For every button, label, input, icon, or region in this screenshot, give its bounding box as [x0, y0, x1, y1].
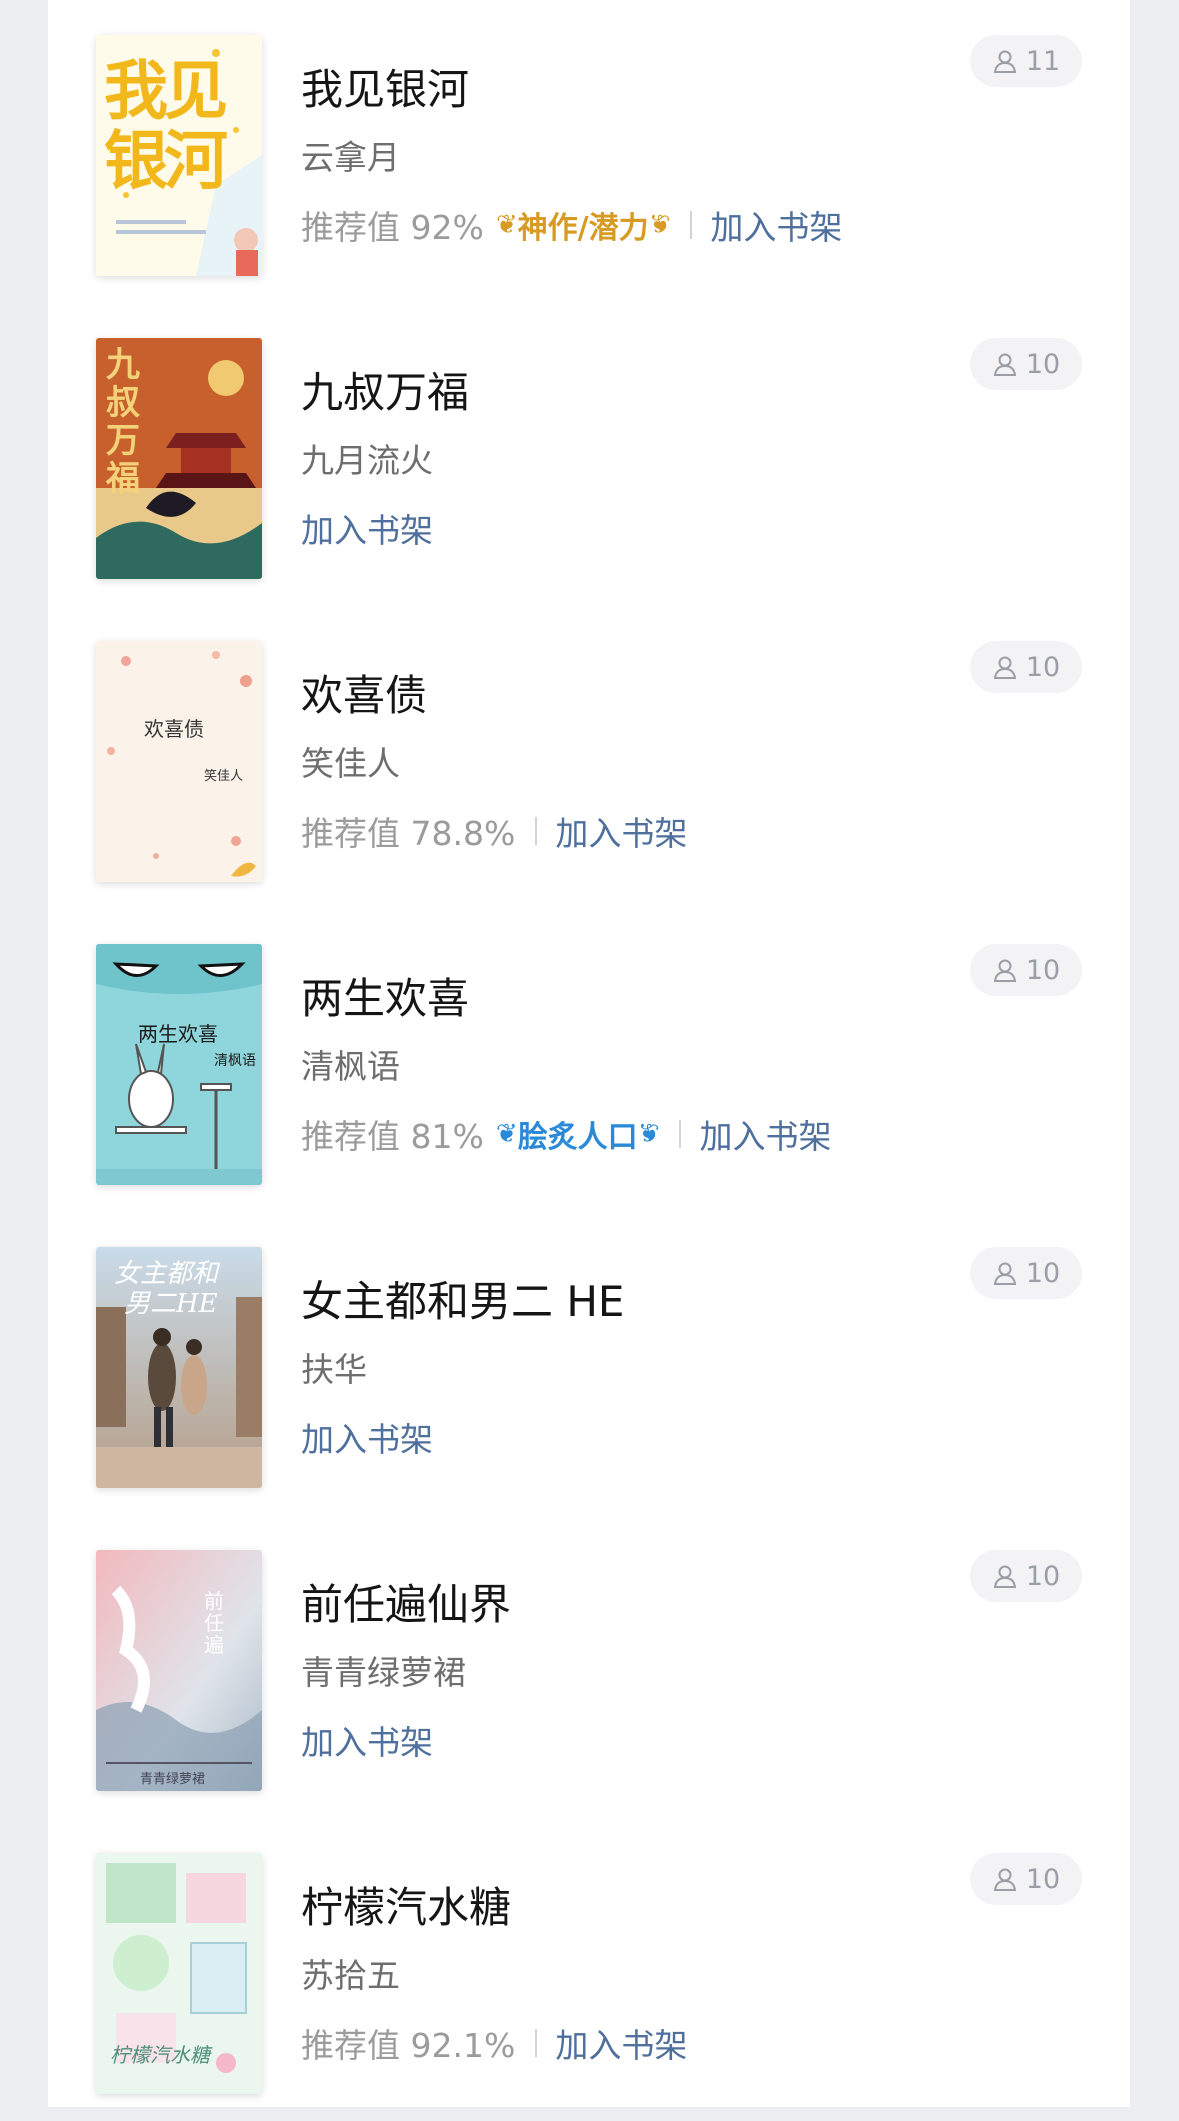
book-meta: 推荐值 81% ❦ 脍炙人口 ❦ 加入书架	[301, 1110, 831, 1158]
laurel-icon: ❦	[495, 210, 518, 240]
laurel-icon: ❦	[637, 1119, 660, 1149]
book-meta: 加入书架	[301, 504, 433, 552]
recommend-value: 推荐值 78.8%	[301, 814, 516, 853]
add-to-shelf-link[interactable]: 加入书架	[301, 1413, 433, 1461]
book-author[interactable]: 笑佳人	[301, 747, 400, 780]
book-meta: 加入书架	[301, 1413, 433, 1461]
divider	[535, 817, 538, 845]
user-icon	[993, 353, 1016, 376]
readers-count: 10	[1025, 651, 1061, 683]
readers-count: 10	[1025, 1863, 1061, 1895]
book-title[interactable]: 女主都和男二 HE	[301, 1281, 624, 1323]
cover-title: 柠檬汽水糖	[110, 2043, 210, 2067]
book-author[interactable]: 苏拾五	[301, 1959, 400, 1992]
divider	[690, 211, 693, 239]
book-list-item[interactable]: 前任遍 青青绿萝裙 前任遍仙界 青青绿萝裙 加入书架 10	[48, 1515, 1130, 1818]
add-to-shelf-link[interactable]: 加入书架	[555, 807, 687, 855]
readers-count: 10	[1025, 1560, 1061, 1592]
recommend-value: 推荐值 81%	[301, 1117, 484, 1156]
add-to-shelf-link[interactable]: 加入书架	[555, 2019, 687, 2067]
book-author[interactable]: 九月流火	[301, 444, 433, 477]
badge-label: 脍炙人口	[517, 1120, 638, 1155]
book-author[interactable]: 扶华	[301, 1353, 367, 1386]
book-meta: 推荐值 92% ❦ 神作/潜力 ❦ 加入书架	[301, 201, 842, 249]
readers-count: 11	[1025, 45, 1061, 77]
readers-badge: 10	[970, 338, 1082, 390]
recommend-value: 推荐值 92.1%	[301, 2026, 516, 2065]
readers-badge: 11	[970, 35, 1082, 87]
book-meta: 加入书架	[301, 1716, 433, 1764]
book-list-item[interactable]: 欢喜债 笑佳人 欢喜债 笑佳人 推荐值 78.8% 加入书架 10	[48, 606, 1130, 909]
book-author[interactable]: 云拿月	[301, 141, 400, 174]
cover-author: 清枫语	[214, 1053, 256, 1069]
book-cover[interactable]: 柠檬汽水糖	[96, 1853, 262, 2094]
book-list-item[interactable]: 柠檬汽水糖 柠檬汽水糖 苏拾五 推荐值 92.1% 加入书架 10	[48, 1818, 1130, 2121]
user-icon	[993, 1868, 1016, 1891]
cover-title-line-2: 银河	[104, 124, 228, 199]
badge: ❦ 神作/潜力 ❦	[496, 203, 671, 247]
book-list-item[interactable]: 女主都和 男二HE 女主都和男二 HE 扶华 加入书架 10	[48, 1212, 1130, 1515]
book-list-panel: 我见 银河 我见银河 云拿月 推荐值 92% ❦ 神作/潜力 ❦ 加入书架 11	[48, 0, 1130, 2107]
readers-count: 10	[1025, 1257, 1061, 1289]
recommend-value: 推荐值 92%	[301, 208, 484, 247]
add-to-shelf-link[interactable]: 加入书架	[699, 1110, 831, 1158]
user-icon	[993, 50, 1016, 73]
user-icon	[993, 959, 1016, 982]
book-title[interactable]: 九叔万福	[301, 372, 469, 414]
add-to-shelf-link[interactable]: 加入书架	[301, 1716, 433, 1764]
book-cover[interactable]: 前任遍 青青绿萝裙	[96, 1550, 262, 1791]
book-meta: 推荐值 78.8% 加入书架	[301, 807, 687, 855]
book-list-item[interactable]: 两生欢喜 清枫语 两生欢喜 清枫语 推荐值 81% ❦ 脍炙人口 ❦ 加入书架 …	[48, 909, 1130, 1212]
book-title[interactable]: 两生欢喜	[301, 978, 469, 1020]
user-icon	[993, 656, 1016, 679]
book-cover[interactable]: 欢喜债 笑佳人	[96, 641, 262, 882]
book-meta: 推荐值 92.1% 加入书架	[301, 2019, 687, 2067]
book-cover[interactable]: 女主都和 男二HE	[96, 1247, 262, 1488]
readers-count: 10	[1025, 954, 1061, 986]
badge-label: 神作/潜力	[517, 211, 649, 246]
book-cover[interactable]: 两生欢喜 清枫语	[96, 944, 262, 1185]
readers-badge: 10	[970, 944, 1082, 996]
cover-title-line-1: 我见	[104, 54, 228, 129]
book-cover[interactable]: 我见 银河	[96, 35, 262, 276]
cover-title-line-2: 男二HE	[124, 1289, 218, 1319]
readers-badge: 10	[970, 1247, 1082, 1299]
readers-badge: 10	[970, 1550, 1082, 1602]
book-author[interactable]: 青青绿萝裙	[301, 1656, 466, 1689]
book-title[interactable]: 前任遍仙界	[301, 1584, 511, 1626]
laurel-icon: ❦	[495, 1119, 518, 1149]
laurel-icon: ❦	[648, 210, 671, 240]
cover-title: 两生欢喜	[138, 1022, 218, 1046]
book-title[interactable]: 柠檬汽水糖	[301, 1887, 511, 1929]
book-title[interactable]: 我见银河	[301, 69, 469, 111]
cover-author: 笑佳人	[204, 769, 244, 784]
book-list-item[interactable]: 我见 银河 我见银河 云拿月 推荐值 92% ❦ 神作/潜力 ❦ 加入书架 11	[48, 0, 1130, 303]
readers-badge: 10	[970, 1853, 1082, 1905]
book-list-item[interactable]: 九叔万福 九叔万福 九月流火 加入书架 10	[48, 303, 1130, 606]
cover-title: 前任遍	[204, 1589, 224, 1657]
badge: ❦ 脍炙人口 ❦	[496, 1112, 660, 1156]
book-author[interactable]: 清枫语	[301, 1050, 400, 1083]
user-icon	[993, 1565, 1016, 1588]
readers-count: 10	[1025, 348, 1061, 380]
divider	[679, 1120, 682, 1148]
book-cover[interactable]: 九叔万福	[96, 338, 262, 579]
readers-badge: 10	[970, 641, 1082, 693]
add-to-shelf-link[interactable]: 加入书架	[710, 201, 842, 249]
cover-title: 欢喜债	[144, 717, 204, 741]
book-title[interactable]: 欢喜债	[301, 675, 427, 717]
user-icon	[993, 1262, 1016, 1285]
divider	[535, 2029, 538, 2057]
cover-title: 九叔万福	[106, 345, 140, 499]
add-to-shelf-link[interactable]: 加入书架	[301, 504, 433, 552]
cover-author: 青青绿萝裙	[140, 1772, 206, 1787]
